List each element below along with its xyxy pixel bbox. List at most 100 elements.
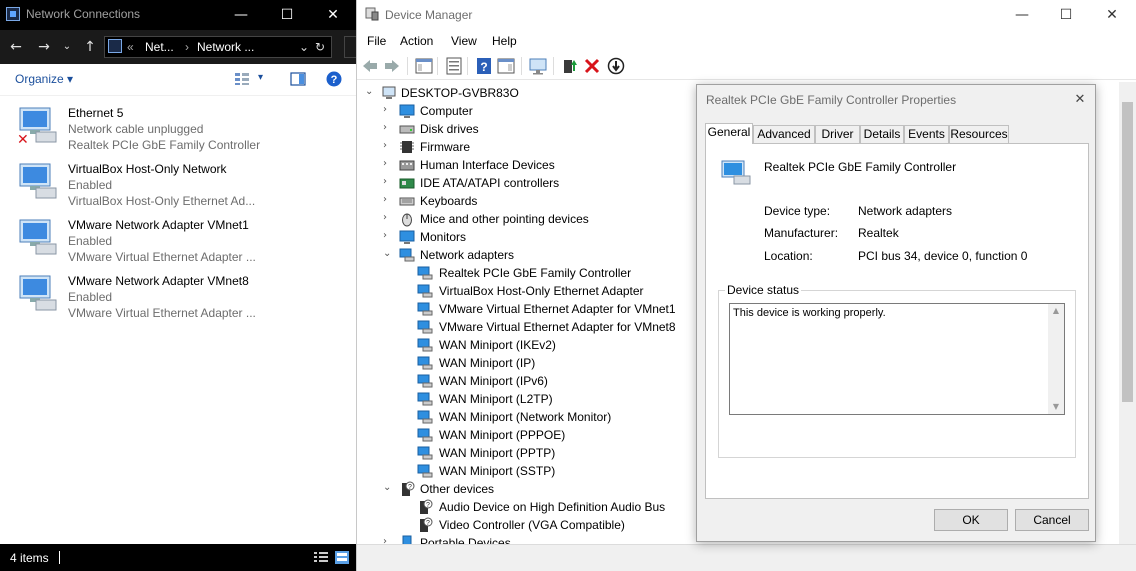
maximize-button[interactable]: ☐ <box>264 0 310 30</box>
expand-chevron-icon[interactable]: › <box>383 230 395 244</box>
preview-pane-icon[interactable] <box>290 72 306 86</box>
nc-status-bar: 4 items <box>0 544 356 571</box>
address-dropdown-chevron-icon[interactable]: ⌄ <box>299 40 309 54</box>
status-scrollbar[interactable]: ▲ ▼ <box>1048 304 1064 414</box>
breadcrumb-network[interactable]: Net... <box>145 40 174 54</box>
breadcrumb-network-connections[interactable]: Network ... <box>197 40 254 54</box>
properties-icon[interactable] <box>445 57 463 75</box>
tab-advanced[interactable]: Advanced <box>753 125 815 143</box>
collapse-chevron-icon[interactable]: ⌄ <box>383 482 395 496</box>
help-icon[interactable]: ? <box>475 57 493 75</box>
device-tree: ⌄ DESKTOP-GVBR83O › Computer › Disk driv… <box>357 82 697 544</box>
help-icon[interactable]: ? <box>326 71 342 87</box>
back-arrow-icon[interactable] <box>361 57 379 75</box>
tab-driver[interactable]: Driver <box>815 125 860 143</box>
collapse-chevron-icon[interactable]: ⌄ <box>383 248 395 262</box>
tree-device-label: Realtek PCIe GbE Family Controller <box>439 266 632 280</box>
expand-chevron-icon[interactable]: › <box>383 158 395 172</box>
forward-arrow-icon[interactable]: → <box>34 36 54 58</box>
mouse-icon <box>402 213 412 227</box>
connection-item[interactable]: VMware Network Adapter VMnet8 Enabled VM… <box>12 266 342 320</box>
expand-chevron-icon[interactable]: › <box>383 536 395 544</box>
close-button[interactable]: ✕ <box>1089 0 1135 30</box>
expand-chevron-icon[interactable]: › <box>383 176 395 190</box>
scroll-up-chevron-icon[interactable]: ▲ <box>1051 306 1061 316</box>
recent-locations-chevron-icon[interactable]: ⌄ <box>60 36 74 58</box>
tree-device-label: VMware Virtual Ethernet Adapter for VMne… <box>439 302 676 316</box>
expand-chevron-icon[interactable]: › <box>383 140 395 154</box>
change-view-icon[interactable] <box>234 72 250 86</box>
menu-action[interactable]: Action <box>400 34 433 48</box>
breadcrumb-overflow[interactable]: « <box>127 40 134 54</box>
svg-text:?: ? <box>426 502 430 509</box>
tree-device-label: WAN Miniport (PPTP) <box>439 446 556 460</box>
network-adapter-icon <box>417 446 433 460</box>
scrollbar-thumb[interactable] <box>1122 102 1133 402</box>
connection-device: VirtualBox Host-Only Ethernet Ad... <box>68 194 256 208</box>
tab-events[interactable]: Events <box>904 125 949 143</box>
search-box-edge[interactable] <box>344 36 356 58</box>
connection-item[interactable]: VirtualBox Host-Only Network Enabled Vir… <box>12 154 342 208</box>
tree-category-label: Keyboards <box>420 194 478 208</box>
menu-help[interactable]: Help <box>492 34 517 48</box>
disk-drive-icon <box>399 125 415 134</box>
dialog-close-icon[interactable]: ✕ <box>1071 91 1089 109</box>
tree-device-label: WAN Miniport (L2TP) <box>439 392 553 406</box>
tree-device-label: WAN Miniport (IP) <box>439 356 536 370</box>
organize-menu-button[interactable]: Organize <box>15 72 73 86</box>
uninstall-device-icon[interactable] <box>583 57 601 75</box>
back-arrow-icon[interactable]: ← <box>6 36 26 58</box>
ok-button[interactable]: OK <box>934 509 1008 531</box>
expand-chevron-icon[interactable]: › <box>383 212 395 226</box>
collapse-chevron-icon[interactable]: ⌄ <box>365 86 377 100</box>
tab-resources[interactable]: Resources <box>949 125 1009 143</box>
connection-item[interactable]: ✕ Ethernet 5 Network cable unplugged Rea… <box>12 98 342 152</box>
minimize-button[interactable]: — <box>999 0 1045 30</box>
expand-chevron-icon[interactable]: › <box>383 194 395 208</box>
svg-text:?: ? <box>331 74 338 86</box>
connection-item[interactable]: VMware Network Adapter VMnet1 Enabled VM… <box>12 210 342 264</box>
refresh-icon[interactable]: ↻ <box>315 40 325 54</box>
tree-category-label: Network adapters <box>420 248 515 262</box>
expand-chevron-icon[interactable]: › <box>383 122 395 136</box>
expand-chevron-icon[interactable]: › <box>383 104 395 118</box>
show-hide-console-tree-icon[interactable] <box>415 57 433 75</box>
tab-general[interactable]: General <box>705 123 753 144</box>
device-type-value: Network adapters <box>858 204 953 218</box>
network-adapter-icon <box>417 356 433 370</box>
close-button[interactable]: ✕ <box>310 0 356 30</box>
device-status-textbox[interactable]: This device is working properly. ▲ ▼ <box>729 303 1065 415</box>
view-options-chevron-icon[interactable]: ▾ <box>258 72 263 83</box>
update-driver-icon[interactable] <box>561 57 579 75</box>
maximize-button[interactable]: ☐ <box>1043 0 1089 30</box>
portable-device-icon <box>402 535 412 544</box>
minimize-button[interactable]: — <box>218 0 264 30</box>
details-view-icon[interactable] <box>314 551 328 564</box>
network-adapter-icon <box>417 410 433 424</box>
address-bar[interactable]: « Net... › Network ... ⌄ ↻ <box>104 36 332 58</box>
scan-hardware-changes-icon[interactable] <box>529 57 547 75</box>
nc-window-title: Network Connections <box>26 7 141 21</box>
menu-view[interactable]: View <box>451 34 477 48</box>
tree-category-label: Disk drives <box>420 122 479 136</box>
scroll-down-chevron-icon[interactable]: ▼ <box>1051 402 1061 412</box>
tree-vertical-scrollbar[interactable] <box>1119 82 1136 544</box>
tree-device-label: Video Controller (VGA Compatible) <box>439 518 625 532</box>
up-arrow-icon[interactable]: ↑ <box>80 36 100 58</box>
tree-device-label: WAN Miniport (Network Monitor) <box>439 410 612 424</box>
tree-category-label: Firmware <box>420 140 470 154</box>
show-hide-action-pane-icon[interactable] <box>497 57 515 75</box>
general-tab-panel: Realtek PCIe GbE Family Controller Devic… <box>705 143 1089 499</box>
connection-name: VirtualBox Host-Only Network <box>68 162 227 176</box>
menu-file[interactable]: File <box>367 34 386 48</box>
cancel-button[interactable]: Cancel <box>1015 509 1089 531</box>
unknown-device-icon: ? <box>420 517 433 532</box>
svg-text:✕: ✕ <box>17 132 29 146</box>
device-type-label: Device type: <box>764 204 831 218</box>
tab-details[interactable]: Details <box>860 125 904 143</box>
disable-device-icon[interactable] <box>607 57 625 75</box>
tree-category-label: Monitors <box>420 230 467 244</box>
forward-arrow-icon[interactable] <box>383 57 401 75</box>
nc-navbar: ← → ⌄ ↑ « Net... › Network ... ⌄ ↻ <box>0 30 356 64</box>
tiles-view-icon[interactable] <box>335 551 349 564</box>
